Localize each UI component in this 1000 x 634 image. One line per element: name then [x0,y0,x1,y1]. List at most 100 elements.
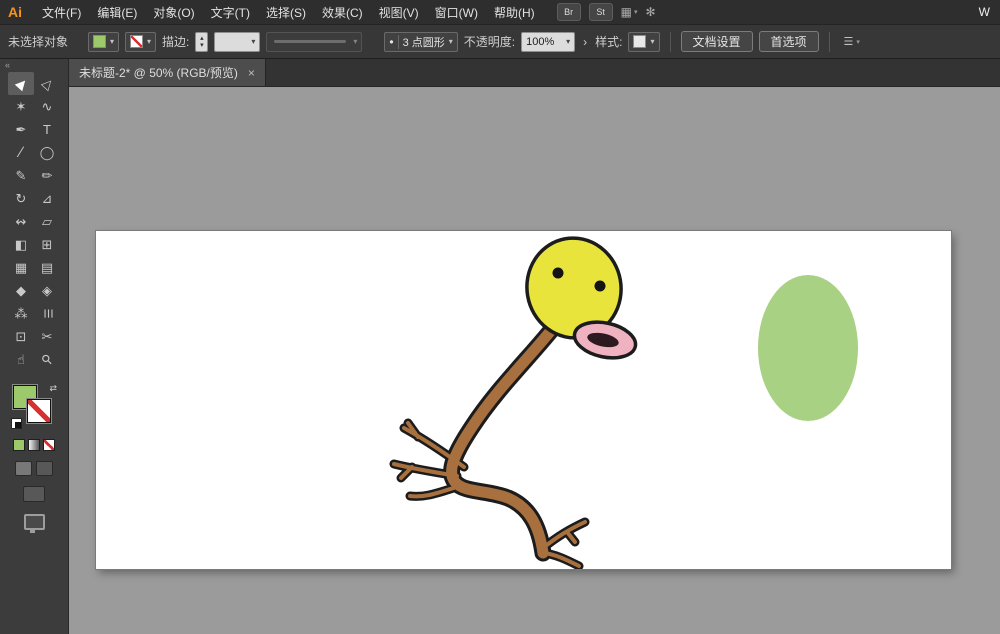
style-dropdown[interactable]: ▾ [628,32,659,52]
menu-help[interactable]: 帮助(H) [486,4,543,21]
default-colors-icon[interactable] [11,418,22,429]
line-segment-icon: ∕ [20,145,23,160]
character-eye-right [595,281,606,292]
stroke-color-dropdown[interactable]: ▾ [125,32,156,52]
app-logo: Ai [8,4,22,20]
stepper-down-icon[interactable]: ▾ [200,42,204,49]
magic-wand-icon: ✶ [16,100,27,113]
gradient-tool[interactable]: ▤ [34,256,60,279]
paint-mode-chips [13,439,55,451]
artboard[interactable] [96,231,951,569]
ellipse-tool[interactable]: ◯ [34,141,60,164]
selection-status: 未选择对象 [8,33,68,50]
pencil-icon: ✏ [42,169,53,182]
illustrator-window: Ai 文件(F)编辑(E)对象(O)文字(T)选择(S)效果(C)视图(V)窗口… [0,0,1000,634]
divider [670,32,671,52]
scale-icon: ⊿ [42,192,53,205]
preferences-button[interactable]: 首选项 [759,31,819,52]
width-profile-dropdown[interactable]: ▾ [266,32,362,52]
swirl-icon[interactable]: ✻ [646,5,656,19]
menu-edit[interactable]: 编辑(E) [89,4,145,21]
swap-colors-icon[interactable]: ⇄ [49,383,57,394]
menu-file[interactable]: 文件(F) [34,4,89,21]
arrange-documents-icon: ▦ [621,5,632,19]
menu-type[interactable]: 文字(T) [203,4,258,21]
eyedropper-tool[interactable]: ◆ [8,279,34,302]
menu-window[interactable]: 窗口(W) [427,4,486,21]
menu-object[interactable]: 对象(O) [145,4,202,21]
free-transform-tool[interactable]: ▱ [34,210,60,233]
fill-color-dropdown[interactable]: ▾ [88,32,119,52]
document-tab-title: 未标题-2* @ 50% (RGB/预览) [79,64,238,81]
color-mode-chip[interactable] [13,439,25,451]
align-panel-button[interactable]: ☰ ▾ [844,35,860,48]
screen-mode-button[interactable] [23,486,45,502]
stroke-weight-stepper[interactable]: ▴ ▾ [195,32,208,52]
document-setup-button[interactable]: 文档设置 [681,31,753,52]
rotate-tool[interactable]: ↻ [8,187,34,210]
opacity-panel-arrow[interactable]: › [583,35,587,49]
pencil-tool[interactable]: ✏ [34,164,60,187]
type-tool[interactable]: T [34,118,60,141]
style-label: 样式: [595,33,622,50]
shape-builder-tool[interactable]: ◧ [8,233,34,256]
chevron-down-icon: ▾ [566,37,570,46]
zoom-tool[interactable]: ⚲ [34,348,60,371]
green-ellipse-shape[interactable] [758,275,858,421]
symbol-sprayer-tool[interactable]: ⁂ [8,302,34,325]
stepper-up-icon[interactable]: ▴ [200,35,204,42]
blend-tool[interactable]: ◈ [34,279,60,302]
toolbar-collapse-icon[interactable]: « [0,59,68,72]
control-bar: 未选择对象 ▾ ▾ 描边: ▴ ▾ ▾ ▾ • 3 点圆形 ▾ 不透明度: [0,25,1000,59]
free-transform-icon: ▱ [42,215,52,228]
width-tool[interactable]: ↭ [8,210,34,233]
gradient-mode-chip[interactable] [28,439,40,451]
style-swatch [633,35,646,48]
line-segment-tool[interactable]: ∕ [8,141,34,164]
pen-tool[interactable]: ✒ [8,118,34,141]
bridge-button[interactable]: Br [557,3,581,21]
lasso-icon: ∿ [42,100,53,113]
plant-character[interactable] [394,231,639,566]
divider [829,32,830,52]
zoom-icon: ⚲ [39,352,55,368]
mesh-tool[interactable]: ▦ [8,256,34,279]
selection-tool[interactable]: ▶ [8,72,34,95]
slice-tool[interactable]: ✂ [34,325,60,348]
perspective-grid-tool[interactable]: ⊞ [34,233,60,256]
opacity-label: 不透明度: [464,33,515,50]
menu-view[interactable]: 视图(V) [371,4,427,21]
direct-selection-tool[interactable]: ▷ [34,72,60,95]
chevron-down-icon: ▾ [449,37,453,46]
paintbrush-tool[interactable]: ✎ [8,164,34,187]
close-icon[interactable]: × [248,66,255,80]
align-icon: ☰ [844,35,854,48]
menubar: Ai 文件(F)编辑(E)对象(O)文字(T)选择(S)效果(C)视图(V)窗口… [0,0,1000,25]
draw-behind-button[interactable] [36,461,53,476]
brush-definition-dropdown[interactable]: • 3 点圆形 ▾ [384,32,457,52]
column-graph-tool[interactable]: ☰ [34,302,60,325]
monitor-icon[interactable] [24,514,45,530]
fill-swatch [93,35,106,48]
stroke-color-box[interactable] [27,399,51,423]
artboard-artwork [96,231,951,569]
menu-effect[interactable]: 效果(C) [314,4,371,21]
chevron-down-icon: ▾ [856,38,860,46]
stroke-weight-dropdown[interactable]: ▾ [214,32,260,52]
scale-tool[interactable]: ⊿ [34,187,60,210]
artboard-icon: ⊡ [16,330,27,343]
document-tab[interactable]: 未标题-2* @ 50% (RGB/预览) × [69,59,266,86]
stock-button[interactable]: St [589,3,613,21]
opacity-input[interactable]: 100% ▾ [521,32,575,52]
magic-wand-tool[interactable]: ✶ [8,95,34,118]
artboard-tool[interactable]: ⊡ [8,325,34,348]
hand-tool[interactable]: ☝ [8,348,34,371]
canvas[interactable] [69,87,1000,634]
arrange-documents-button[interactable]: ▦▾ [621,5,638,19]
none-mode-chip[interactable] [43,439,55,451]
draw-normal-button[interactable] [15,461,32,476]
brush-name: 3 点圆形 [403,34,445,50]
menu-select[interactable]: 选择(S) [258,4,314,21]
stroke-weight-label: 描边: [162,33,189,50]
lasso-tool[interactable]: ∿ [34,95,60,118]
